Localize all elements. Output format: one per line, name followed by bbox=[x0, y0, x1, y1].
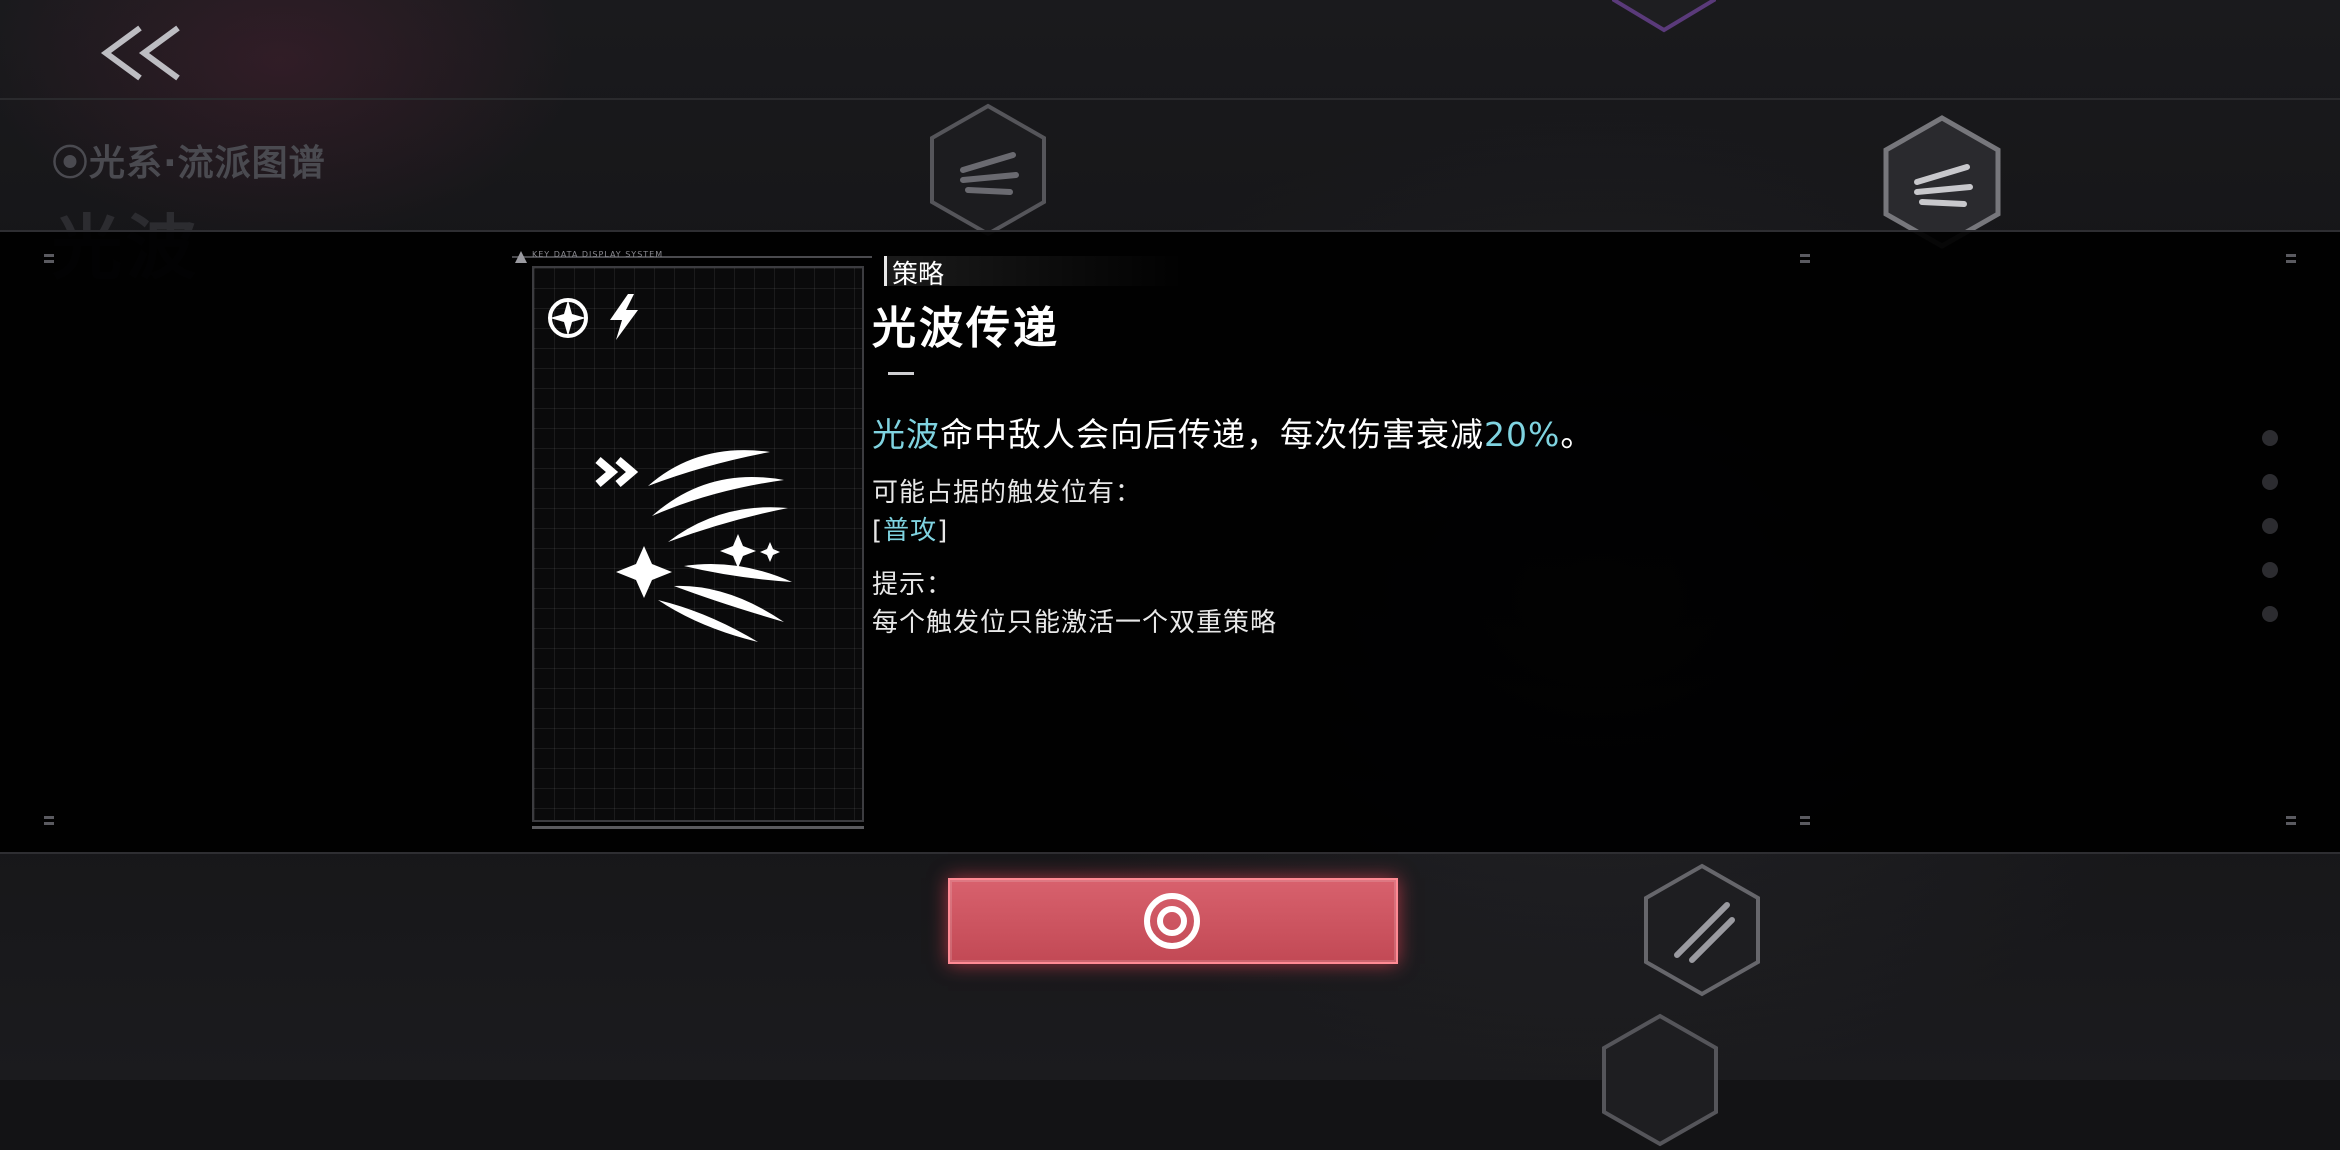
trigger-slot-link[interactable]: 普攻 bbox=[883, 516, 937, 546]
card-bottom-line bbox=[532, 826, 864, 829]
detail-panel bbox=[0, 230, 2340, 854]
description-end: 。 bbox=[1560, 415, 1595, 454]
lightning-icon bbox=[610, 294, 638, 340]
highlight-value: 20% bbox=[1484, 415, 1561, 454]
strategy-title: 光波传递 bbox=[872, 303, 1060, 354]
top-divider bbox=[0, 98, 2340, 100]
bracket-open: [ bbox=[872, 516, 884, 546]
light-wave-claw-icon bbox=[595, 450, 792, 642]
panel-corner-mark bbox=[1800, 254, 1810, 270]
double-chevron-left-icon[interactable] bbox=[92, 18, 202, 88]
light-element-icon bbox=[548, 298, 588, 338]
strategy-card bbox=[532, 266, 864, 822]
target-ring-icon bbox=[1144, 893, 1200, 949]
confirm-button[interactable] bbox=[948, 878, 1398, 964]
strategy-description: 光波命中敌人会向后传递，每次伤害衰减20%。 bbox=[872, 408, 1594, 456]
title-divider bbox=[888, 372, 914, 375]
top-bar bbox=[0, 0, 2340, 98]
side-scroll-indicator bbox=[2262, 430, 2278, 650]
skill-node-hex-icon[interactable] bbox=[918, 100, 1058, 240]
panel-corner-mark bbox=[2286, 254, 2296, 270]
panel-corner-mark bbox=[44, 254, 54, 270]
card-header-text: KEY DATA DISPLAY SYSTEM bbox=[532, 250, 664, 259]
highlight-keyword: 光波 bbox=[872, 415, 940, 454]
school-subtitle: ⦿光系·流派图谱 bbox=[52, 143, 326, 184]
panel-corner-mark bbox=[44, 816, 54, 832]
card-logo-icon bbox=[515, 251, 527, 263]
strategy-tag: 策略 bbox=[892, 260, 945, 290]
panel-corner-mark bbox=[1800, 816, 1810, 832]
bracket-close: ] bbox=[937, 516, 949, 546]
tag-bar bbox=[884, 256, 887, 286]
description-text: 命中敌人会向后传递，每次伤害衰减 bbox=[940, 415, 1484, 454]
skill-node-hex-icon[interactable] bbox=[1632, 860, 1772, 1000]
hint-text: 每个触发位只能激活一个双重策略 bbox=[872, 608, 1278, 638]
panel-corner-mark bbox=[2286, 816, 2296, 832]
trigger-slot: [普攻] bbox=[872, 510, 948, 547]
skill-node-hex-icon[interactable] bbox=[1590, 1010, 1730, 1150]
hint-label: 提示： bbox=[872, 570, 954, 600]
trigger-label: 可能占据的触发位有： bbox=[872, 478, 1143, 508]
